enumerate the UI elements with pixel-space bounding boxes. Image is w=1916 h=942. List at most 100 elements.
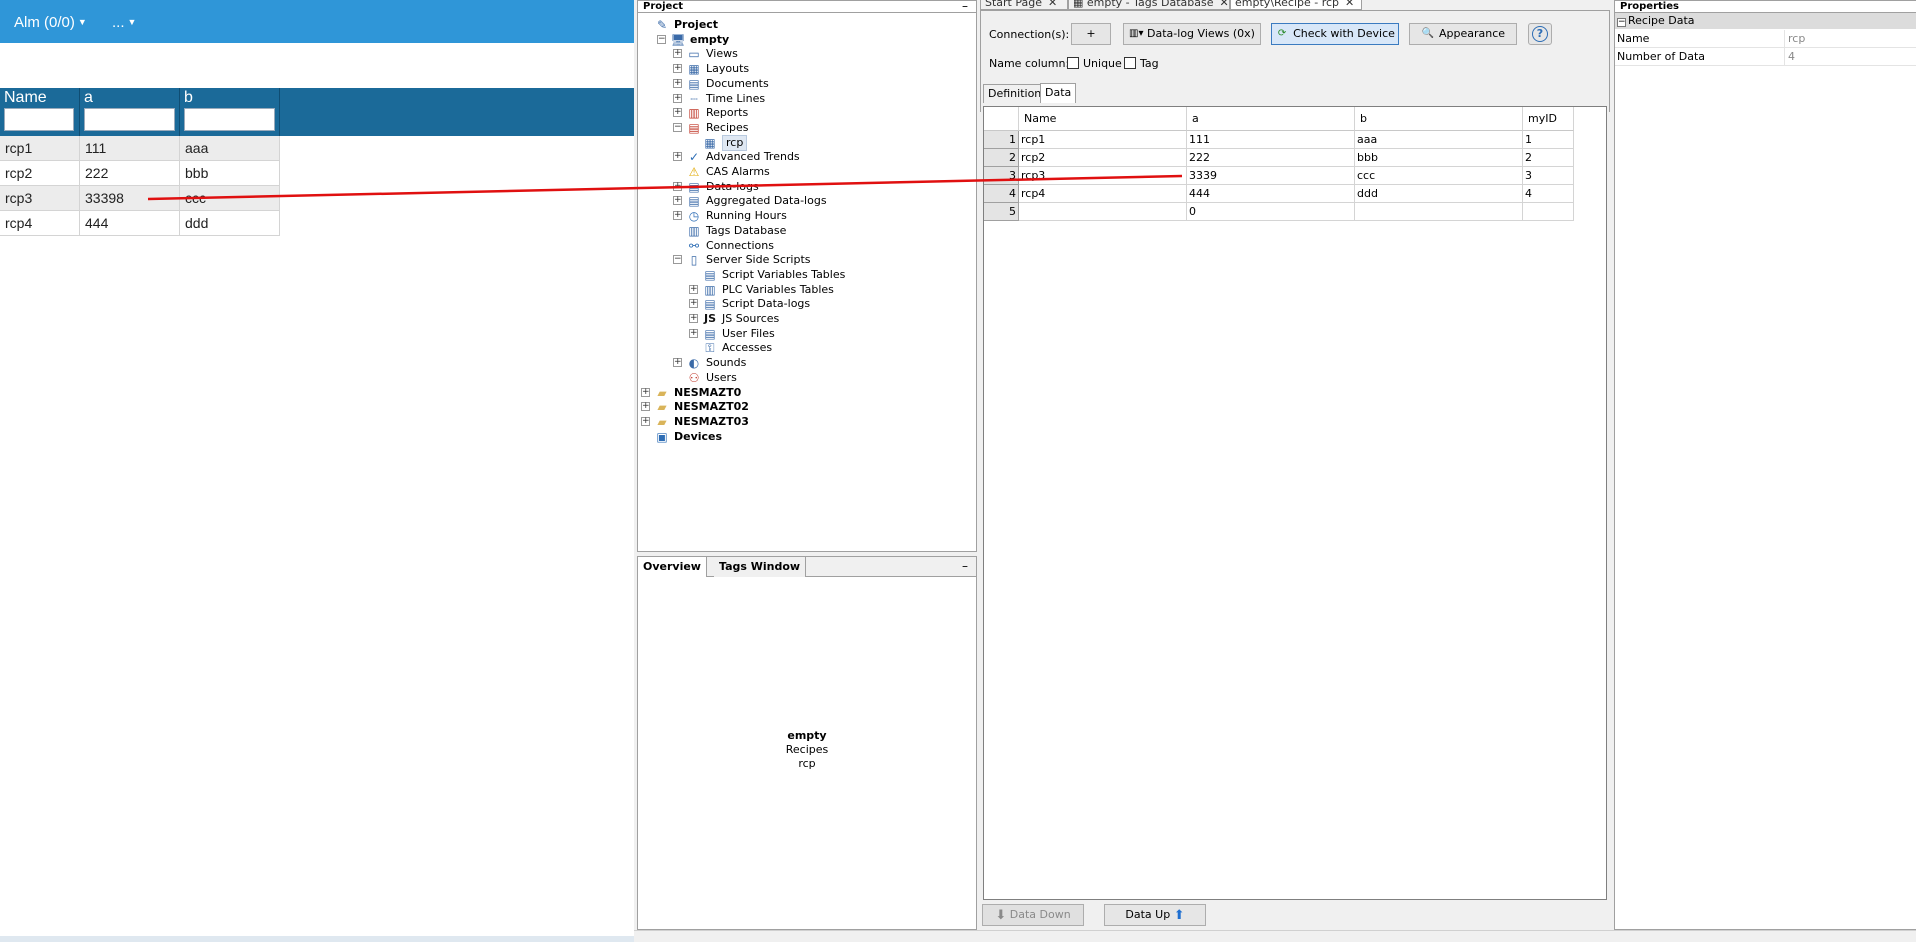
alarm-bell-icon: ⚠ bbox=[688, 165, 700, 179]
data-down-button[interactable]: ⬇ Data Down bbox=[982, 904, 1084, 926]
grid-row[interactable]: 2 rcp2 222 bbb 2 bbox=[984, 149, 1574, 167]
expand-icon[interactable]: + bbox=[673, 211, 682, 221]
expand-icon[interactable]: + bbox=[673, 64, 682, 74]
overview-section: Recipes bbox=[785, 743, 829, 756]
grid-cell-a[interactable]: 0 bbox=[1187, 203, 1355, 221]
tab-start-page[interactable]: Start Page ✕ bbox=[980, 0, 1068, 10]
tab-label: empty\Recipe - rcp bbox=[1235, 0, 1340, 9]
expand-icon[interactable]: + bbox=[673, 78, 682, 88]
row-number[interactable]: 3 bbox=[984, 167, 1019, 185]
expand-icon[interactable]: + bbox=[673, 181, 682, 191]
grid-cell-myid[interactable]: 2 bbox=[1523, 149, 1574, 167]
status-bar bbox=[634, 930, 1916, 942]
filter-a-input[interactable] bbox=[84, 108, 175, 131]
magnifier-icon: 🔍 bbox=[1421, 28, 1435, 39]
grid-row[interactable]: 50 bbox=[984, 203, 1574, 221]
collapse-icon[interactable]: − bbox=[673, 122, 682, 132]
grid-header-myid[interactable]: myID bbox=[1523, 107, 1574, 131]
collapse-icon[interactable]: − bbox=[1617, 18, 1626, 27]
add-connection-button[interactable]: + bbox=[1071, 23, 1111, 45]
expand-icon[interactable]: + bbox=[689, 284, 698, 294]
grid-cell-b[interactable]: bbb bbox=[1355, 149, 1523, 167]
expand-icon[interactable]: + bbox=[689, 299, 698, 309]
grid-cell-name[interactable]: rcp2 bbox=[1019, 149, 1187, 167]
tab-overview[interactable]: Overview bbox=[638, 557, 707, 577]
grid-cell-name[interactable]: rcp3 bbox=[1019, 167, 1187, 185]
tab-tags-window[interactable]: Tags Window bbox=[714, 557, 807, 577]
tab-definition[interactable]: Definition bbox=[983, 84, 1047, 103]
more-menu-button[interactable]: ... ▼ bbox=[112, 14, 136, 31]
appearance-button[interactable]: 🔍 Appearance bbox=[1409, 23, 1517, 45]
table-row[interactable]: rcp4 444 ddd bbox=[0, 211, 280, 236]
minimize-icon[interactable]: – bbox=[958, 0, 972, 12]
property-name-row[interactable]: Name rcp … bbox=[1615, 30, 1916, 48]
collapse-icon[interactable]: − bbox=[673, 255, 682, 265]
row-number[interactable]: 1 bbox=[984, 131, 1019, 149]
close-icon[interactable]: ✕ bbox=[1345, 0, 1354, 9]
close-icon[interactable]: ✕ bbox=[1048, 0, 1057, 9]
expand-icon[interactable]: + bbox=[673, 196, 682, 206]
grid-cell-a[interactable]: 111 bbox=[1187, 131, 1355, 149]
close-icon[interactable]: ✕ bbox=[1219, 0, 1228, 9]
tab-data[interactable]: Data bbox=[1040, 83, 1077, 103]
alarm-menu-button[interactable]: Alm (0/0) ▼ bbox=[14, 14, 87, 31]
datalog-views-button[interactable]: ▥▾ Data-log Views (0x) bbox=[1123, 23, 1261, 45]
table-row[interactable]: rcp3 33398 ccc bbox=[0, 186, 280, 211]
expand-icon[interactable]: + bbox=[641, 416, 650, 426]
grid-cell-b[interactable]: ddd bbox=[1355, 185, 1523, 203]
row-number[interactable]: 5 bbox=[984, 203, 1019, 221]
grid-cell-a[interactable]: 444 bbox=[1187, 185, 1355, 203]
connection-icon: ⚯ bbox=[688, 238, 700, 253]
expand-icon[interactable]: + bbox=[641, 387, 650, 397]
properties-category[interactable]: − Recipe Data bbox=[1615, 13, 1916, 29]
tag-checkbox[interactable]: Tag bbox=[1124, 57, 1159, 71]
project-icon: ✎ bbox=[656, 18, 668, 32]
header-label: Name bbox=[4, 89, 47, 106]
expand-icon[interactable]: + bbox=[673, 152, 682, 162]
grid-row[interactable]: 3 rcp3 3339 ccc 3 bbox=[984, 167, 1574, 185]
row-number[interactable]: 4 bbox=[984, 185, 1019, 203]
overview-item: rcp bbox=[798, 757, 816, 770]
recipe-icon: ▤ bbox=[688, 120, 700, 135]
unique-checkbox[interactable]: Unique bbox=[1067, 57, 1122, 71]
grid-row[interactable]: 4 rcp4 444 ddd 4 bbox=[984, 185, 1574, 203]
data-up-button[interactable]: Data Up ⬆ bbox=[1104, 904, 1206, 926]
checkbox-box bbox=[1067, 57, 1079, 69]
grid-cell-name[interactable] bbox=[1019, 203, 1187, 221]
collapse-icon[interactable]: − bbox=[657, 34, 666, 44]
minimize-icon[interactable]: – bbox=[958, 560, 972, 572]
grid-cell-a[interactable]: 222 bbox=[1187, 149, 1355, 167]
grid-cell-myid[interactable]: 3 bbox=[1523, 167, 1574, 185]
expand-icon[interactable]: + bbox=[641, 402, 650, 412]
property-count-row[interactable]: Number of Data 4 bbox=[1615, 48, 1916, 66]
grid-cell-myid[interactable]: 4 bbox=[1523, 185, 1574, 203]
filter-b-input[interactable] bbox=[184, 108, 275, 131]
expand-icon[interactable]: + bbox=[689, 314, 698, 323]
expand-icon[interactable]: + bbox=[689, 328, 698, 338]
expand-icon[interactable]: + bbox=[673, 49, 682, 59]
grid-cell-b[interactable]: aaa bbox=[1355, 131, 1523, 149]
tab-recipe-rcp[interactable]: empty\Recipe - rcp ✕ bbox=[1230, 0, 1362, 10]
expand-icon[interactable]: + bbox=[673, 108, 682, 118]
grid-cell-b[interactable] bbox=[1355, 203, 1523, 221]
grid-header-name[interactable]: Name bbox=[1019, 107, 1187, 131]
expand-icon[interactable]: + bbox=[673, 358, 682, 368]
grid-row[interactable]: 1 rcp1 111 aaa 1 bbox=[984, 131, 1574, 149]
check-with-device-button[interactable]: ⟳ Check with Device bbox=[1271, 23, 1399, 45]
row-number[interactable]: 2 bbox=[984, 149, 1019, 167]
grid-cell-b[interactable]: ccc bbox=[1355, 167, 1523, 185]
table-row[interactable]: rcp1 111 aaa bbox=[0, 136, 280, 161]
report-icon: ▥ bbox=[688, 106, 700, 121]
grid-header-b[interactable]: b bbox=[1355, 107, 1523, 131]
grid-cell-myid[interactable]: 1 bbox=[1523, 131, 1574, 149]
filter-name-input[interactable] bbox=[4, 108, 74, 131]
table-row[interactable]: rcp2 222 bbb bbox=[0, 161, 280, 186]
grid-cell-myid[interactable] bbox=[1523, 203, 1574, 221]
grid-cell-name[interactable]: rcp4 bbox=[1019, 185, 1187, 203]
expand-icon[interactable]: + bbox=[673, 93, 682, 103]
grid-cell-name[interactable]: rcp1 bbox=[1019, 131, 1187, 149]
help-button[interactable]: ? bbox=[1528, 23, 1552, 45]
grid-cell-a[interactable]: 3339 bbox=[1187, 167, 1355, 185]
tab-tags-database[interactable]: ▦ empty - Tags Database ✕ bbox=[1068, 0, 1230, 10]
grid-header-a[interactable]: a bbox=[1187, 107, 1355, 131]
